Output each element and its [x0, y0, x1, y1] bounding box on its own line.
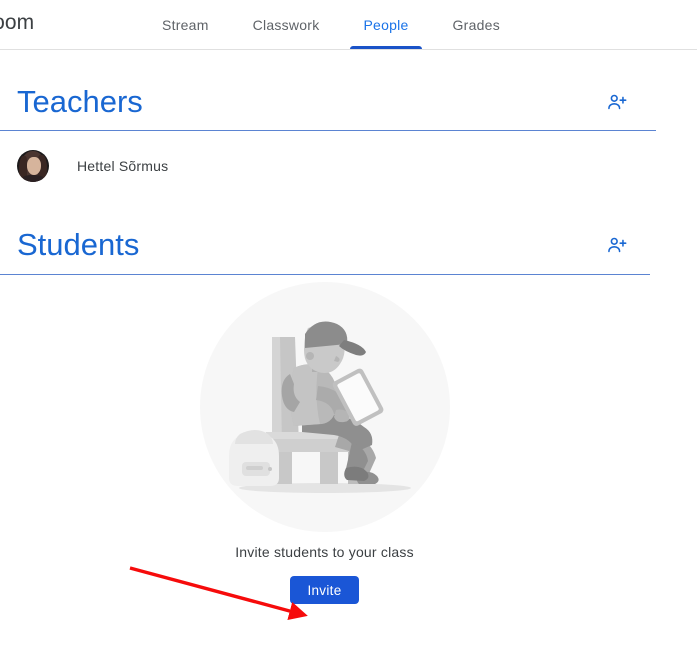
tab-classwork-label: Classwork: [252, 16, 320, 33]
tab-grades-label: Grades: [452, 16, 500, 33]
invite-students-icon-button[interactable]: [600, 229, 634, 263]
people-page-content: Teachers Hettel Sõrmus Students Invite s…: [0, 50, 697, 658]
students-section-header: Students: [0, 227, 656, 263]
teachers-title: Teachers: [17, 84, 143, 119]
tab-classwork[interactable]: Classwork: [231, 0, 342, 49]
invite-students-button[interactable]: Invite: [290, 576, 359, 604]
tab-people[interactable]: People: [341, 0, 430, 49]
students-title: Students: [17, 227, 140, 262]
teachers-divider: [0, 130, 656, 131]
students-empty-state: Invite students to your class Invite: [0, 282, 649, 604]
teacher-list-item[interactable]: Hettel Sõrmus: [0, 143, 656, 189]
teacher-name: Hettel Sõrmus: [77, 158, 169, 174]
tab-stream[interactable]: Stream: [140, 0, 231, 49]
app-header: room Stream Classwork People Grades: [0, 0, 697, 50]
teachers-section-header: Teachers: [0, 84, 656, 120]
tab-bar: Stream Classwork People Grades: [140, 0, 522, 49]
invite-teachers-button[interactable]: [600, 86, 634, 120]
tab-people-label: People: [363, 16, 409, 33]
student-reading-on-bench-illustration: [199, 282, 450, 532]
person-add-icon: [606, 91, 628, 116]
students-divider: [0, 274, 650, 275]
tab-grades[interactable]: Grades: [431, 0, 522, 49]
empty-state-caption: Invite students to your class: [235, 544, 414, 560]
person-add-icon: [606, 234, 628, 259]
tab-stream-label: Stream: [162, 16, 209, 33]
app-title: room: [0, 11, 35, 34]
avatar: [17, 150, 49, 182]
